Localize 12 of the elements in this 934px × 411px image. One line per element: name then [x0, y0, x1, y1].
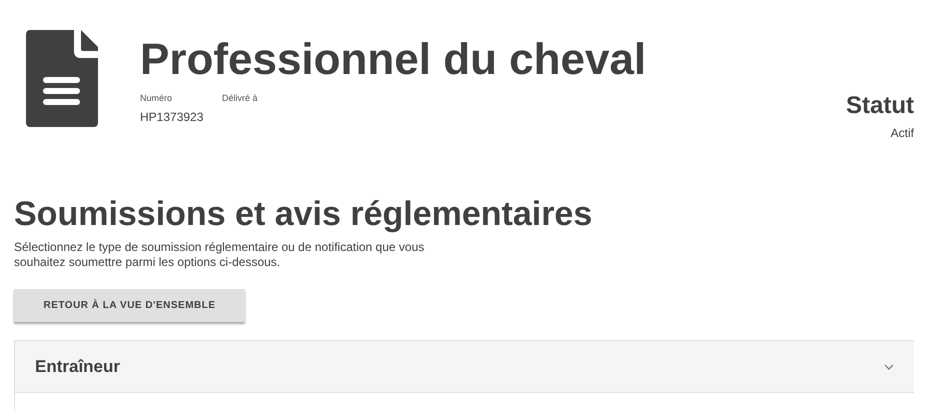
document-icon [26, 30, 98, 127]
field-value: HP1373923 [140, 109, 204, 126]
status-value: Actif [890, 125, 914, 142]
status-label: Statut [846, 92, 914, 120]
field-label: Numéro [140, 92, 174, 104]
page-title: Professionnel du cheval [140, 34, 648, 86]
field-label: Délivré à [222, 92, 259, 104]
back-button[interactable]: RETOUR À LA VUE D'ENSEMBLE [14, 289, 245, 322]
section-title: Soumissions et avis réglementaires [14, 194, 594, 234]
section-description: Sélectionnez le type de soumission réglementaire ou de notification que vous souhaitez soumettre parmi les options ci-dessous. [14, 240, 426, 270]
chevron-icon [884, 364, 894, 370]
accordion-header[interactable]: Entraîneur [15, 341, 914, 393]
